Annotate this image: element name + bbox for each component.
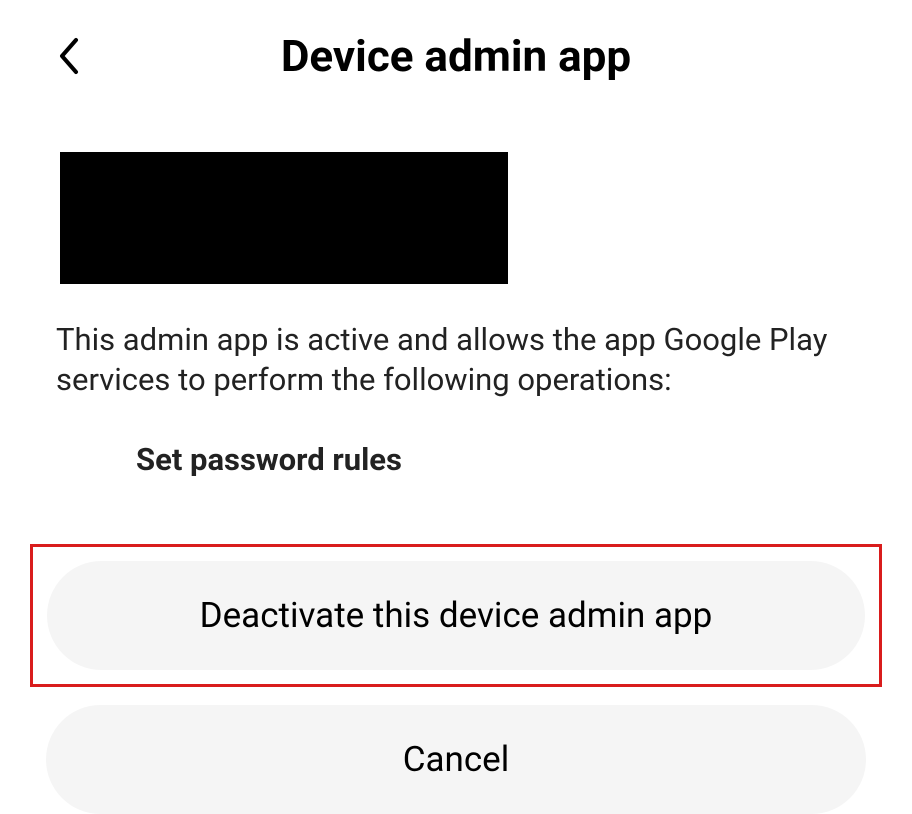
deactivate-button[interactable]: Deactivate this device admin app	[47, 561, 865, 670]
header: Device admin app	[0, 0, 912, 102]
redacted-app-info	[60, 152, 508, 284]
back-icon[interactable]	[56, 36, 84, 80]
cancel-button[interactable]: Cancel	[46, 705, 866, 814]
deactivate-highlight: Deactivate this device admin app	[30, 544, 882, 687]
operation-item: Set password rules	[136, 441, 912, 478]
cancel-wrapper: Cancel	[46, 705, 866, 814]
admin-description: This admin app is active and allows the …	[56, 320, 856, 401]
page-title: Device admin app	[50, 30, 862, 82]
